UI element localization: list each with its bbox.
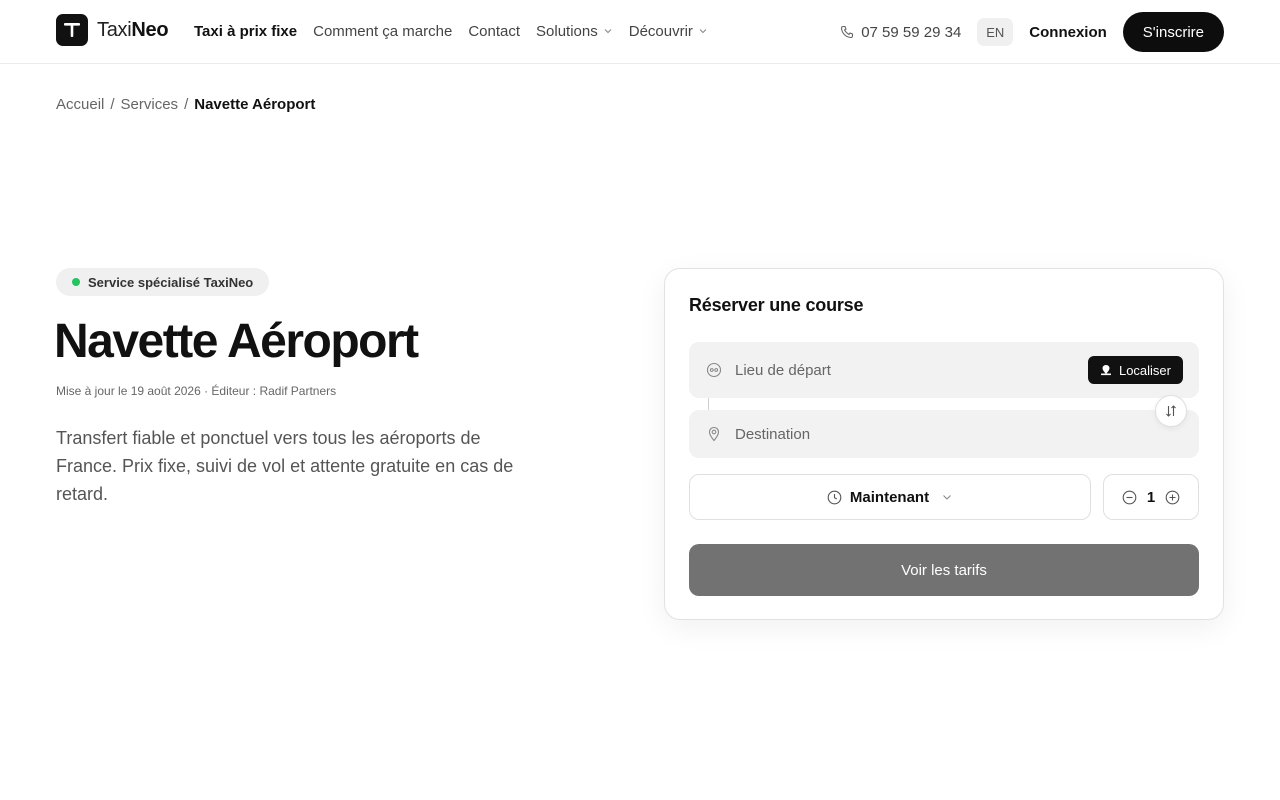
phone-icon <box>841 25 854 39</box>
breadcrumb-separator: / <box>110 96 115 113</box>
locate-icon <box>1100 365 1111 376</box>
departure-placeholder: Lieu de départ <box>735 361 831 379</box>
nav-item-decouvrir[interactable]: Découvrir <box>629 23 708 40</box>
nav-item-comment-ca-marche[interactable]: Comment ça marche <box>313 23 452 40</box>
nav-item-solutions[interactable]: Solutions <box>536 23 613 40</box>
nav-item-contact[interactable]: Contact <box>468 23 520 40</box>
status-dot-icon <box>72 278 80 286</box>
phone-number: 07 59 59 29 34 <box>861 23 962 41</box>
passenger-count: 1 <box>1146 488 1156 506</box>
logo[interactable]: TaxiNeo <box>56 14 169 46</box>
destination-field[interactable]: Destination <box>689 410 1199 458</box>
breadcrumb-item-current: Navette Aéroport <box>194 96 316 113</box>
breadcrumb: Accueil / Services / Navette Aéroport <box>56 96 315 113</box>
see-prices-button[interactable]: Voir les tarifs <box>689 544 1199 596</box>
passenger-stepper: 1 <box>1103 474 1199 520</box>
departure-field[interactable]: Lieu de départ Localiser <box>689 342 1199 398</box>
site-header: TaxiNeo Taxi à prix fixe Comment ça marc… <box>0 0 1280 64</box>
time-select-value: Maintenant <box>849 488 930 506</box>
locate-button[interactable]: Localiser <box>1087 356 1183 384</box>
departure-icon <box>705 361 723 379</box>
service-badge-label: Service spécialisé TaxiNeo <box>88 274 254 290</box>
login-link[interactable]: Connexion <box>1029 24 1107 41</box>
logo-mark-icon <box>56 14 88 46</box>
page-description: Transfert fiable et ponctuel vers tous l… <box>56 428 514 504</box>
plus-circle-icon[interactable] <box>1165 490 1180 505</box>
booking-card: Réserver une course Lieu de départ Local… <box>664 268 1224 620</box>
time-select[interactable]: Maintenant <box>689 474 1091 520</box>
chevron-down-icon <box>604 29 612 34</box>
page-title: Navette Aéroport <box>54 315 419 368</box>
header-actions: 07 59 59 29 34 EN Connexion S'inscrire <box>840 12 1224 52</box>
minus-circle-icon[interactable] <box>1122 490 1137 505</box>
service-badge: Service spécialisé TaxiNeo <box>56 268 270 296</box>
breadcrumb-separator: / <box>184 96 189 113</box>
swap-icon <box>1166 405 1176 417</box>
chevron-down-icon <box>943 495 951 500</box>
breadcrumb-item-services[interactable]: Services <box>121 96 179 113</box>
locate-button-label: Localiser <box>1118 362 1171 378</box>
clock-icon <box>827 490 842 504</box>
route-connector <box>708 398 709 410</box>
logo-text: TaxiNeo <box>97 18 169 41</box>
booking-title: Réserver une course <box>689 295 864 315</box>
map-pin-icon <box>705 425 723 443</box>
language-switch[interactable]: EN <box>977 18 1014 46</box>
chevron-down-icon <box>699 29 707 34</box>
page-meta: Mise à jour le 19 août 2026 · Éditeur : … <box>56 384 337 398</box>
breadcrumb-item-accueil[interactable]: Accueil <box>56 96 104 113</box>
main-nav: Taxi à prix fixe Comment ça marche Conta… <box>194 0 708 62</box>
nav-item-taxi-prix-fixe[interactable]: Taxi à prix fixe <box>194 23 297 40</box>
phone-link[interactable]: 07 59 59 29 34 <box>840 24 961 41</box>
signup-button[interactable]: S'inscrire <box>1122 12 1224 52</box>
destination-placeholder: Destination <box>735 425 811 443</box>
swap-locations-button[interactable] <box>1155 395 1187 427</box>
